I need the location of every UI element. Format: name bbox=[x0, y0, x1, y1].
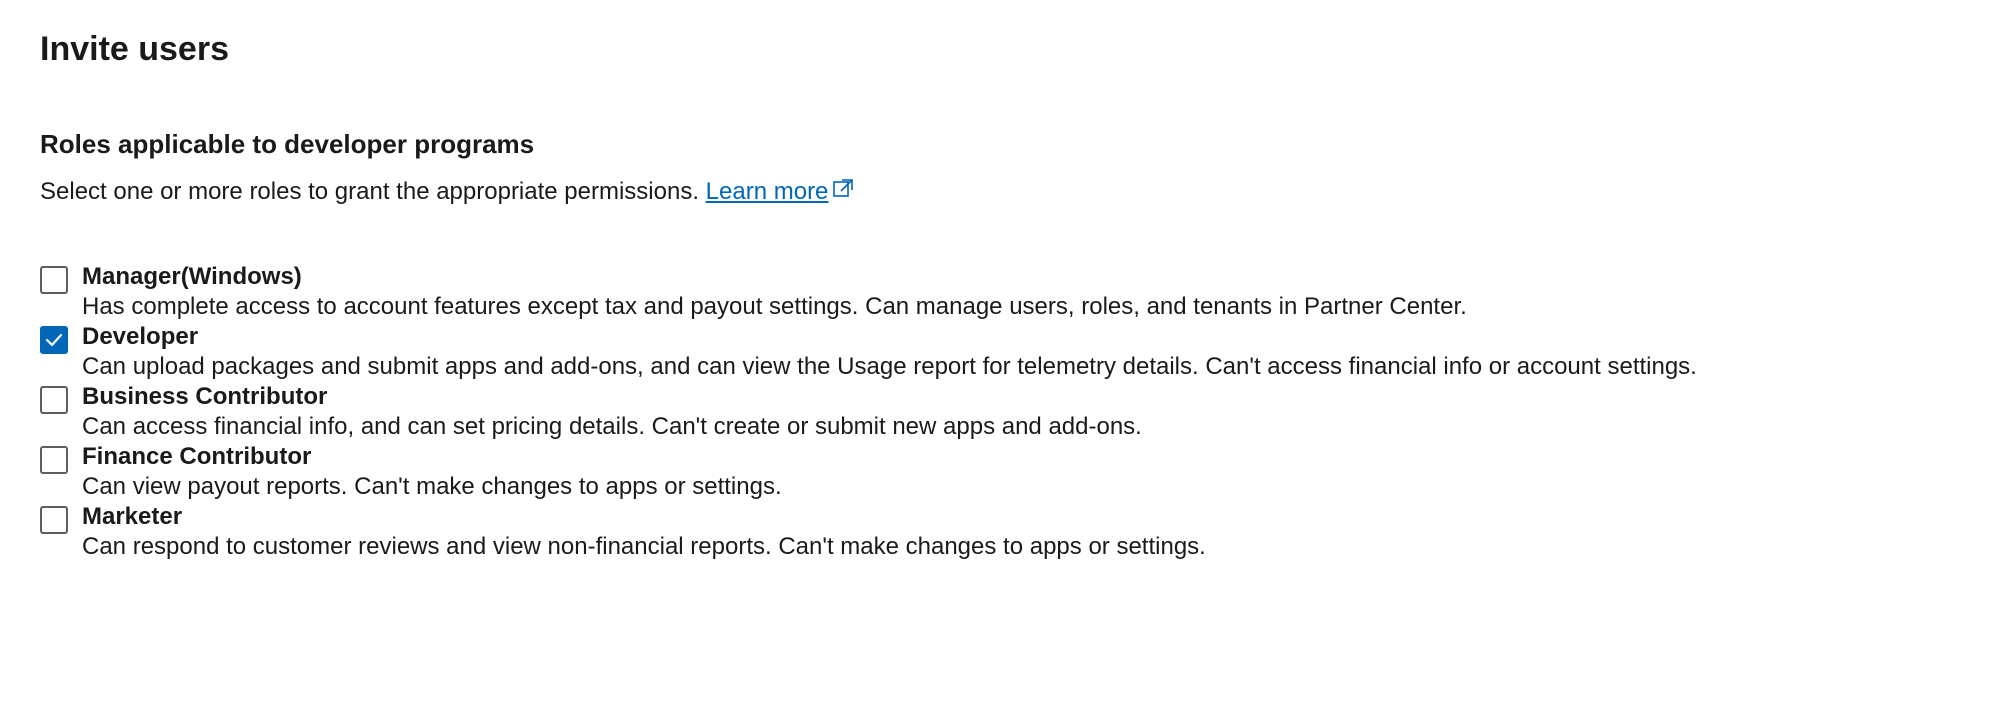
role-row-manager-windows: Manager(Windows) Has complete access to … bbox=[40, 262, 1960, 322]
external-link-icon bbox=[832, 178, 854, 207]
role-row-marketer: Marketer Can respond to customer reviews… bbox=[40, 502, 1960, 562]
role-description: Can view payout reports. Can't make chan… bbox=[82, 472, 1960, 502]
checkbox-wrapper bbox=[40, 266, 68, 294]
checkbox-wrapper bbox=[40, 506, 68, 534]
role-checkbox-developer[interactable] bbox=[40, 326, 68, 354]
role-description: Has complete access to account features … bbox=[82, 292, 1960, 322]
role-description: Can upload packages and submit apps and … bbox=[82, 352, 1960, 382]
role-label: Manager(Windows) bbox=[82, 262, 1960, 292]
role-text: Developer Can upload packages and submit… bbox=[82, 322, 1960, 382]
check-icon bbox=[44, 330, 64, 350]
role-row-finance-contributor: Finance Contributor Can view payout repo… bbox=[40, 442, 1960, 502]
learn-more-link[interactable]: Learn more bbox=[706, 178, 855, 205]
checkbox-wrapper bbox=[40, 446, 68, 474]
role-text: Finance Contributor Can view payout repo… bbox=[82, 442, 1960, 502]
role-checkbox-business-contributor[interactable] bbox=[40, 386, 68, 414]
role-description: Can respond to customer reviews and view… bbox=[82, 532, 1960, 562]
roles-list: Manager(Windows) Has complete access to … bbox=[40, 262, 1960, 562]
page-title: Invite users bbox=[40, 30, 1960, 69]
role-text: Manager(Windows) Has complete access to … bbox=[82, 262, 1960, 322]
role-checkbox-manager-windows[interactable] bbox=[40, 266, 68, 294]
role-checkbox-marketer[interactable] bbox=[40, 506, 68, 534]
section-heading: Roles applicable to developer programs bbox=[40, 129, 1960, 160]
role-description: Can access financial info, and can set p… bbox=[82, 412, 1960, 442]
role-label: Developer bbox=[82, 322, 1960, 352]
role-checkbox-finance-contributor[interactable] bbox=[40, 446, 68, 474]
role-label: Finance Contributor bbox=[82, 442, 1960, 472]
learn-more-text: Learn more bbox=[706, 178, 829, 205]
section-description-text: Select one or more roles to grant the ap… bbox=[40, 178, 706, 205]
role-label: Marketer bbox=[82, 502, 1960, 532]
checkbox-wrapper bbox=[40, 326, 68, 354]
role-text: Business Contributor Can access financia… bbox=[82, 382, 1960, 442]
role-row-developer: Developer Can upload packages and submit… bbox=[40, 322, 1960, 382]
checkbox-wrapper bbox=[40, 386, 68, 414]
role-row-business-contributor: Business Contributor Can access financia… bbox=[40, 382, 1960, 442]
role-text: Marketer Can respond to customer reviews… bbox=[82, 502, 1960, 562]
role-label: Business Contributor bbox=[82, 382, 1960, 412]
section-description: Select one or more roles to grant the ap… bbox=[40, 178, 1960, 207]
